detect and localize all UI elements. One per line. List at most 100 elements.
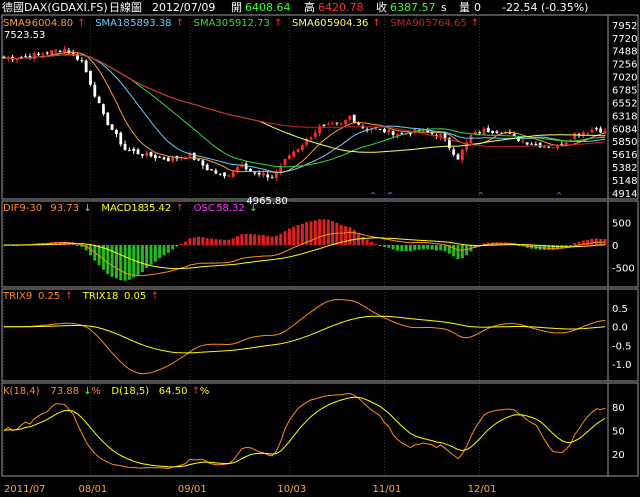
x-tick-label: 12/01 [468, 484, 497, 495]
osc-bar [387, 245, 391, 248]
osc-bar [132, 245, 136, 278]
osc-bar [313, 220, 317, 245]
osc-bar [227, 239, 231, 245]
event-marker: ^ [370, 191, 377, 200]
candle-body [123, 143, 127, 150]
legend-arrow: ↑ [77, 18, 85, 29]
x-tick-label: 10/03 [277, 484, 306, 495]
candle-body [383, 128, 386, 133]
legend-label: SMA60 [292, 18, 327, 29]
legend-arrow: ↑ [471, 18, 479, 29]
candle-body [162, 157, 166, 160]
osc-bar [158, 245, 162, 259]
instrument-title: 德國DAX(GDAXI.FS) [2, 0, 108, 14]
legend-label: OSC [194, 203, 215, 214]
osc-bar [439, 245, 443, 251]
osc-bar [374, 243, 378, 245]
osc-bar [443, 245, 447, 252]
candle-body [283, 158, 287, 165]
candle-body [257, 172, 261, 175]
price-y-tick: 5616 [612, 150, 637, 161]
osc-bar [192, 237, 196, 245]
osc-bar [434, 245, 438, 251]
legend-value: 64.50 [159, 386, 188, 397]
candle-body [132, 148, 136, 151]
candle-body [292, 151, 296, 157]
event-marker: ^ [478, 191, 485, 200]
osc-bar [287, 228, 291, 245]
macd-y-tick: 500 [612, 219, 631, 230]
osc-bar [110, 245, 114, 277]
kd-y-tick: 20 [612, 450, 625, 461]
osc-bar [430, 245, 434, 250]
osc-bar [335, 222, 339, 245]
osc-bar [417, 245, 421, 250]
price-y-tick: 7256 [612, 59, 637, 70]
legend-value: 5764.65 [425, 18, 466, 29]
osc-bar [114, 245, 118, 279]
osc-bar [300, 223, 304, 245]
quote-date: 2012/07/09 [152, 1, 215, 14]
candle-body [80, 60, 84, 62]
candle-body [456, 154, 460, 160]
candle-body [249, 168, 252, 172]
candle-body [270, 177, 274, 179]
osc-bar [279, 233, 283, 245]
high-value: 6420.78 [318, 1, 364, 14]
osc-bar [231, 238, 235, 245]
legend-label: SMA18 [95, 18, 130, 29]
candle-body [205, 164, 209, 171]
osc-bar [382, 245, 386, 248]
osc-bar [235, 236, 239, 245]
candle-body [214, 170, 218, 174]
osc-bar [253, 234, 257, 245]
candle-body [594, 128, 598, 130]
candle-body [538, 142, 542, 148]
osc-bar [244, 233, 248, 245]
candle-body [387, 129, 391, 133]
candle-body [45, 52, 49, 54]
osc-bar [318, 219, 322, 245]
osc-bar [76, 245, 80, 246]
candle-body [192, 152, 196, 160]
osc-bar [218, 239, 222, 245]
candle-body [227, 175, 231, 177]
candle-body [409, 133, 412, 135]
candle-body [525, 142, 529, 145]
osc-bar [326, 219, 330, 245]
price-y-tick: 7720 [612, 34, 637, 45]
osc-bar [322, 219, 326, 245]
osc-bar [365, 239, 369, 245]
legend-label: SMA30 [194, 18, 229, 29]
candle-body [223, 172, 226, 177]
legend-value: 5904.36 [327, 18, 368, 29]
candle-body [41, 53, 45, 56]
macd-y-tick: -500 [612, 264, 635, 275]
legend-label: K(18,4) [3, 386, 40, 397]
osc-bar [261, 235, 265, 245]
legend-label: MACD18 [101, 203, 144, 214]
osc-bar [201, 237, 205, 245]
osc-bar [460, 245, 464, 258]
legend-value: 73.88 [50, 386, 79, 397]
osc-bar [210, 238, 214, 245]
osc-bar [590, 238, 594, 245]
osc-bar [348, 227, 352, 245]
legend-suffix: % [91, 386, 101, 397]
legend-arrow: ↓ [249, 203, 257, 214]
high-annotation: 7523.53 [4, 30, 45, 41]
candle-body [115, 129, 118, 134]
osc-bar [175, 245, 179, 247]
candle-body [32, 53, 36, 59]
osc-bar [205, 238, 209, 245]
volume-value: 0 [474, 1, 481, 14]
price-y-tick: 6084 [612, 124, 637, 135]
osc-bar [184, 241, 188, 245]
volume-label: 量 [459, 1, 470, 14]
osc-bar [456, 245, 460, 259]
osc-bar [573, 243, 577, 245]
osc-bar [136, 245, 140, 276]
change-value: -22.54 (-0.35%) [502, 1, 588, 14]
candle-body [486, 128, 490, 133]
osc-bar [594, 238, 598, 245]
